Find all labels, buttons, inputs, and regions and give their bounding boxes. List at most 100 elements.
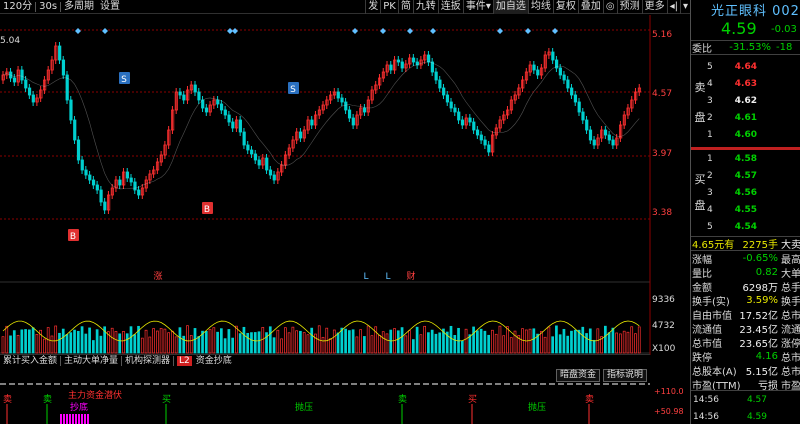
candle-body — [585, 119, 589, 131]
volume-bar — [193, 328, 197, 354]
indicator-tag: 抛压 — [295, 401, 313, 413]
indicator-chart[interactable]: +110.0 +50.98 主力资金潜伏抄底 抛压 抛压 卖 卖 卖 买 买 卖 — [0, 382, 690, 424]
volume-bar — [314, 333, 317, 354]
volume-bar — [344, 328, 347, 354]
indicator-help-button[interactable]: 指标说明 — [603, 369, 648, 382]
book-row[interactable]: 3 4.56 — [691, 184, 800, 201]
tick-time: 14:56 — [693, 411, 719, 422]
book-row[interactable]: 4 4.63 — [691, 75, 800, 92]
volume-bar — [521, 328, 524, 354]
volume-bar — [611, 327, 615, 354]
book-row[interactable]: 2 4.57 — [691, 167, 800, 184]
tool-ma-button[interactable]: 均线 — [527, 0, 553, 14]
volume-bar — [12, 330, 16, 354]
volume-bar — [152, 328, 155, 354]
book-row[interactable]: 5 4.64 — [691, 58, 800, 75]
book-row[interactable]: 3 4.62 — [691, 92, 800, 109]
tool-more-button[interactable]: 更多 — [641, 0, 667, 14]
tool-adjust-button[interactable]: 复权 — [552, 0, 578, 14]
volume-bar — [558, 334, 562, 354]
tool-pk-button[interactable]: PK — [380, 0, 398, 14]
volume-bar — [299, 330, 302, 354]
candlestick-chart[interactable]: 5.16 4.57 3.97 3.38 5.04 S S B B 涨 L L 财 9336 4732 X1… — [0, 15, 690, 383]
candle-body — [95, 184, 99, 191]
volume-bar — [223, 338, 227, 354]
trade-signal: 卖 — [585, 394, 594, 405]
add-watchlist-button[interactable]: 加自选 — [492, 0, 528, 14]
volume-bar — [235, 325, 238, 354]
expand-icon[interactable]: ▾ — [679, 0, 690, 14]
volume-bar — [227, 329, 231, 354]
volume-bar — [604, 325, 607, 354]
indicator-bar — [69, 414, 71, 424]
candle-body — [396, 59, 401, 63]
book-level: 5 — [707, 221, 713, 232]
candle-body — [562, 74, 566, 81]
stat-row: 总市值 23.65亿 涨停 — [691, 335, 800, 350]
volume-bar — [133, 334, 137, 354]
last-volume: 2275手 — [742, 240, 778, 251]
signal-label: S — [290, 85, 296, 95]
volume-bar — [581, 326, 585, 354]
panel-toggle-icon[interactable]: ◂| — [666, 0, 680, 14]
volume-bar — [555, 325, 558, 354]
period-30s-button[interactable]: 30s — [36, 1, 60, 13]
tab-fund-bottom[interactable]: L2 资金抄底 — [174, 355, 238, 367]
volume-bar — [434, 333, 438, 354]
stat-value: 4.16 — [755, 350, 778, 362]
candle-body — [125, 171, 130, 179]
volume-bar — [80, 326, 84, 354]
tool-simple-button[interactable]: 简 — [397, 0, 413, 14]
volume-bar — [35, 333, 39, 354]
event-marker: 涨 — [153, 271, 162, 282]
volume-bar — [566, 335, 570, 354]
candle-body — [487, 144, 491, 153]
price-tick-label: 3.97 — [652, 149, 672, 159]
candle-body — [588, 129, 593, 141]
stat-label: 流通值 — [692, 324, 722, 336]
book-row[interactable]: 1 4.60 — [691, 126, 800, 143]
candle-body — [483, 139, 487, 146]
tool-forecast-button[interactable]: 预测 — [616, 0, 642, 14]
candle-body — [88, 174, 92, 181]
volume-bar — [483, 330, 487, 354]
tab-cumulative-buy[interactable]: 累计买入金额 — [0, 355, 60, 367]
volume-bar — [76, 330, 80, 354]
candle-body — [457, 111, 461, 121]
dark-pool-button[interactable]: 暗盘资金 — [556, 369, 601, 382]
multi-period-button[interactable]: 多周期 — [61, 1, 97, 13]
chart-tools: 发 PK 简 九转 连扳 事件▾ 加自选 均线 复权 叠加 ◎ 预测 更多 ◂|… — [365, 0, 690, 14]
book-row[interactable]: 2 4.61 — [691, 109, 800, 126]
event-marker: 财 — [406, 270, 415, 282]
book-row[interactable]: 1 4.58 — [691, 150, 800, 167]
candle-body — [265, 157, 269, 171]
settings-button[interactable]: 设置 — [97, 1, 123, 13]
tab-active-big-order[interactable]: 主动大单净量 — [61, 355, 121, 367]
volume-bar — [615, 332, 618, 354]
tab-institution-detector[interactable]: 机构探测器 — [122, 355, 173, 367]
indicator-tag: 抛压 — [528, 401, 546, 413]
book-row[interactable]: 4 4.55 — [691, 201, 800, 218]
tool-nine-turn-button[interactable]: 九转 — [412, 0, 438, 14]
candle-body — [58, 45, 62, 61]
indicator-level: +50.98 — [654, 407, 684, 416]
tool-events-button[interactable]: 事件▾ — [462, 0, 493, 14]
candle-body — [242, 131, 246, 146]
candle-body — [389, 64, 393, 71]
period-120min-button[interactable]: 120分 — [0, 1, 35, 13]
tool-limit-up-button[interactable]: 连扳 — [437, 0, 463, 14]
candle-body — [340, 97, 344, 103]
moving-averages — [2, 61, 640, 190]
book-row[interactable]: 5 4.54 — [691, 218, 800, 235]
volume-bar — [479, 328, 483, 354]
tool-fa-button[interactable]: 发 — [365, 0, 380, 14]
eye-icon[interactable]: ◎ — [602, 0, 617, 14]
volume-bar — [438, 332, 442, 354]
indicator-signals: +110.0 +50.98 主力资金潜伏抄底 抛压 抛压 卖 卖 卖 买 买 卖 — [0, 383, 684, 424]
volume-bar — [562, 328, 566, 354]
volume-bar — [408, 330, 411, 354]
candle-body — [69, 99, 73, 121]
volume-bar — [423, 325, 426, 354]
book-level: 4 — [707, 78, 713, 89]
tool-overlay-button[interactable]: 叠加 — [577, 0, 603, 14]
